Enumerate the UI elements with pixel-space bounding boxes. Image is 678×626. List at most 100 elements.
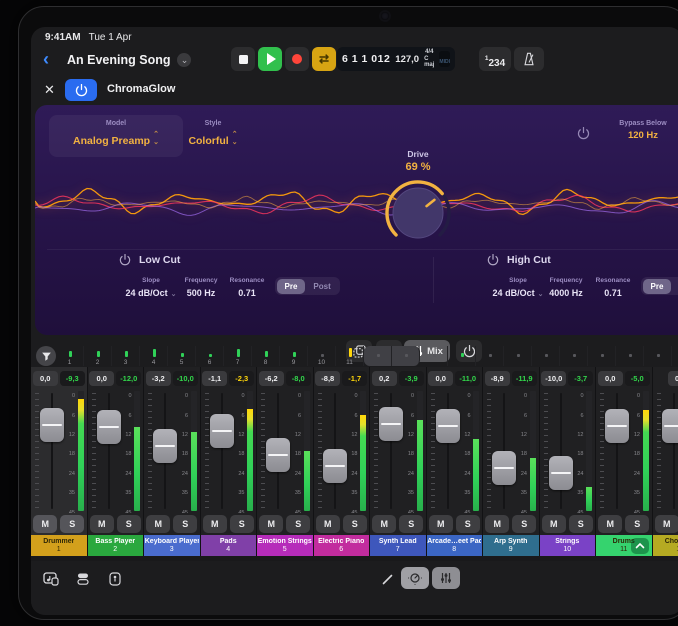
overview-slot[interactable]: 2 [84, 346, 112, 366]
low-cut-power-button[interactable] [119, 253, 131, 271]
track-name-label[interactable]: Strings 10 [540, 535, 597, 556]
overview-slot[interactable] [504, 346, 532, 366]
mute-button[interactable]: M [203, 515, 227, 533]
back-button[interactable]: ‹ [43, 51, 49, 67]
mute-button[interactable]: M [372, 515, 396, 533]
overview-slot[interactable]: 6 [196, 346, 224, 366]
collapse-button[interactable] [631, 538, 649, 554]
pre-button[interactable]: Pre [277, 279, 306, 294]
metronome-button[interactable] [514, 47, 544, 71]
model-value[interactable]: Analog Preamp⌃⌄ [73, 130, 159, 147]
solo-button[interactable]: S [625, 515, 649, 533]
slope-value[interactable]: 24 dB/Oct⌄ [493, 288, 544, 298]
overview-slot[interactable]: 7 [224, 346, 252, 366]
solo-button[interactable]: S [173, 515, 197, 533]
track-name-label[interactable]: Drums 11 [596, 535, 653, 556]
high-cut-power-button[interactable] [487, 253, 499, 271]
track-name-label[interactable]: Keyboard Player 3 [144, 535, 201, 556]
track-number: 6 [339, 546, 343, 554]
solo-button[interactable]: S [343, 515, 367, 533]
chevron-down-icon[interactable]: ⌄ [177, 53, 191, 67]
overview-slot[interactable]: 3 [112, 346, 140, 366]
drive-knob[interactable] [380, 175, 456, 251]
frequency-value[interactable]: 500 Hz [187, 288, 216, 298]
cycle-button[interactable]: ⇄ [312, 47, 336, 71]
mute-button[interactable]: M [542, 515, 566, 533]
track-name-label[interactable]: Electric Piano 6 [314, 535, 371, 556]
track-name: Emotion Strings [258, 538, 312, 546]
mute-button[interactable]: M [146, 515, 170, 533]
filter-button[interactable] [36, 346, 56, 366]
overview-slot[interactable] [448, 346, 476, 366]
post-button[interactable]: Post [305, 279, 338, 294]
overview-slot[interactable] [588, 346, 616, 366]
plugin-close-button[interactable]: ✕ [44, 82, 55, 98]
track-name-label[interactable]: Arcade…eet Pad 8 [427, 535, 484, 556]
mixer-view-button[interactable] [432, 567, 460, 589]
track-name-label[interactable]: Drummer 1 [31, 535, 88, 556]
overview-slot[interactable]: 9 [280, 346, 308, 366]
plugin-power-button[interactable] [65, 79, 97, 101]
track-name-label[interactable]: Pads 4 [201, 535, 258, 556]
level-meter [643, 391, 649, 511]
bypass-power-button[interactable] [577, 127, 590, 145]
track-name-label[interactable]: Synth Lead 7 [370, 535, 427, 556]
record-button[interactable] [285, 47, 309, 71]
track-name-label[interactable]: Emotion Strings 5 [257, 535, 314, 556]
mini-meter [573, 354, 576, 357]
overview-slot[interactable] [532, 346, 560, 366]
song-title-control[interactable]: An Evening Song ⌄ [67, 53, 191, 67]
track-name-label[interactable]: Arp Synth 9 [483, 535, 540, 556]
mute-button[interactable]: M [90, 515, 114, 533]
pre-button[interactable]: Pre [643, 279, 672, 294]
overview-slot[interactable]: 8 [252, 346, 280, 366]
overview-slot[interactable] [476, 346, 504, 366]
overview-slot[interactable] [616, 346, 644, 366]
mute-button[interactable]: M [316, 515, 340, 533]
overview-slot[interactable]: 4 [140, 346, 168, 366]
solo-button[interactable]: S [230, 515, 254, 533]
solo-button[interactable]: S [60, 515, 84, 533]
mute-button[interactable]: M [429, 515, 453, 533]
post-button[interactable]: Post [671, 279, 678, 294]
overview-slot[interactable] [364, 346, 392, 366]
mute-button[interactable]: M [598, 515, 622, 533]
overview-slot[interactable] [392, 346, 420, 366]
overview-slot[interactable] [644, 346, 672, 366]
count-in-button[interactable]: 1234 [479, 47, 511, 71]
solo-button[interactable]: S [456, 515, 480, 533]
solo-button[interactable]: S [569, 515, 593, 533]
frequency-value[interactable]: 4000 Hz [549, 288, 583, 298]
fader-cap[interactable] [662, 409, 678, 443]
solo-button[interactable]: S [286, 515, 310, 533]
resonance-value[interactable]: 0.71 [238, 288, 256, 298]
solo-button[interactable]: S [512, 515, 536, 533]
overview-slot[interactable]: 5 [168, 346, 196, 366]
style-value[interactable]: Colorful⌃⌄ [188, 130, 237, 147]
play-button[interactable] [258, 47, 282, 71]
overview-slot[interactable]: 1 [56, 346, 84, 366]
plugins-button[interactable] [105, 569, 125, 589]
bypass-value[interactable]: 120 Hz [628, 130, 658, 141]
solo-button[interactable]: S [399, 515, 423, 533]
overview-slot[interactable] [560, 346, 588, 366]
track-name-label[interactable]: Chorus V 12 [653, 535, 678, 556]
overview-slot[interactable]: 11 [336, 346, 364, 366]
solo-button[interactable]: S [117, 515, 141, 533]
resonance-value[interactable]: 0.71 [604, 288, 622, 298]
track-name-label[interactable]: Bass Player 2 [88, 535, 145, 556]
loop-browser-button[interactable] [41, 569, 61, 589]
peak-value: -8,0 [286, 371, 311, 386]
mute-button[interactable]: M [259, 515, 283, 533]
controls-view-button[interactable] [401, 567, 429, 589]
overview-slot[interactable] [420, 346, 448, 366]
mute-button[interactable]: M [485, 515, 509, 533]
slope-value[interactable]: 24 dB/Oct⌄ [126, 288, 177, 298]
mute-button[interactable]: M [655, 515, 678, 533]
mute-button[interactable]: M [33, 515, 57, 533]
browser-button[interactable] [73, 569, 93, 589]
edit-button[interactable] [377, 569, 397, 589]
stop-button[interactable] [231, 47, 255, 71]
overview-slot[interactable]: 10 [308, 346, 336, 366]
lcd-display[interactable]: 6 1 1 012 127,0 4/4 C maj MIDI [337, 47, 455, 71]
